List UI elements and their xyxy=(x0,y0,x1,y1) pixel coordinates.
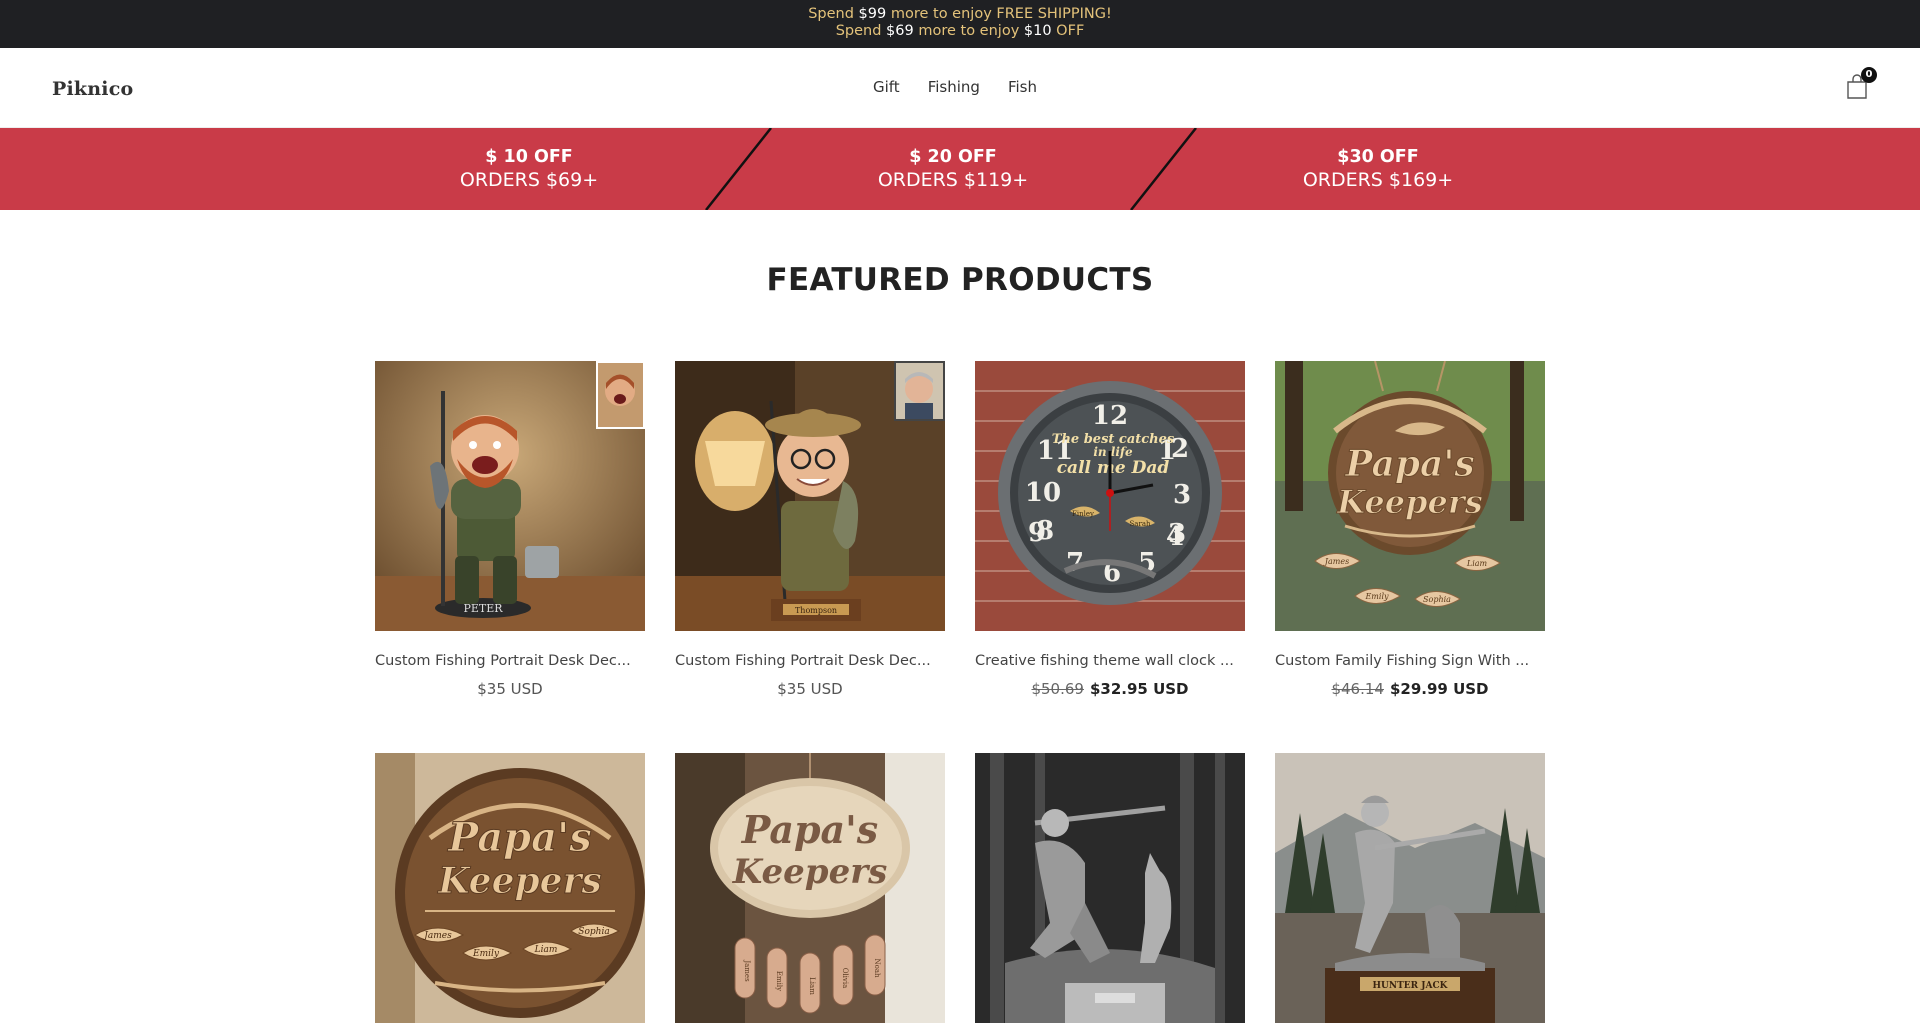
promo-threshold: ORDERS $169+ xyxy=(1302,169,1454,191)
nav-item-fish[interactable]: Fish xyxy=(1008,78,1037,96)
product-card[interactable]: 12 11 1 2 10 3 938 476 5 The best catches in… xyxy=(975,361,1245,698)
promo-discount: $30 OFF xyxy=(1337,147,1419,167)
svg-text:12: 12 xyxy=(1092,401,1128,431)
clock-name: Finley xyxy=(1072,510,1094,518)
sign-text: Papa's xyxy=(447,814,592,861)
announcement-bar: Spend $99 more to enjoy FREE SHIPPING! S… xyxy=(0,0,1920,48)
product-card[interactable]: PETER Custom Fishing Portrait Desk Dec..… xyxy=(375,361,645,698)
product-card[interactable] xyxy=(975,753,1245,1023)
product-title[interactable]: Custom Fishing Portrait Desk Dec... xyxy=(675,653,945,669)
product-price: $35 USD xyxy=(675,680,945,698)
promo-discount: $ 20 OFF xyxy=(909,147,997,167)
announcement-line-1: Spend $99 more to enjoy FREE SHIPPING! xyxy=(0,6,1920,23)
promo-threshold: ORDERS $119+ xyxy=(877,169,1029,191)
sign-name: Noah xyxy=(873,958,881,978)
clock-text: call me Dad xyxy=(1057,458,1170,478)
product-price-current: $35 USD xyxy=(477,680,543,698)
promo-discount: $ 10 OFF xyxy=(485,147,573,167)
product-image[interactable]: HUNTER JACK xyxy=(1275,753,1545,1023)
product-card[interactable]: HUNTER JACK xyxy=(1275,753,1545,1023)
announce-text: OFF xyxy=(1051,23,1085,39)
sign-name: Emily xyxy=(775,971,783,991)
sign-name: Sophia xyxy=(578,927,609,937)
product-price-sale: $29.99 USD xyxy=(1389,680,1489,698)
site-header: Piknico Gift Fishing Fish 0 xyxy=(0,48,1920,128)
clock-name: Sarah xyxy=(1130,520,1151,528)
product-image[interactable]: Papa's Keepers James Emily Liam Sophia xyxy=(375,753,645,1023)
product-price: $46.14 $29.99 USD xyxy=(1275,680,1545,698)
cart-button[interactable]: 0 xyxy=(1846,67,1877,100)
promo-threshold: ORDERS $69+ xyxy=(459,169,599,191)
svg-text:4: 4 xyxy=(1166,522,1184,552)
promo-tier-1[interactable]: $ 10 OFF ORDERS $69+ xyxy=(319,146,739,192)
sign-name: Liam xyxy=(534,945,558,955)
sign-text: Keepers xyxy=(732,852,888,892)
sign-name: James xyxy=(743,959,751,982)
announce-amount: $99 xyxy=(858,6,887,22)
product-image[interactable] xyxy=(975,753,1245,1023)
product-title[interactable]: Custom Fishing Portrait Desk Dec... xyxy=(375,653,645,669)
svg-text:8: 8 xyxy=(1036,516,1054,546)
product-card[interactable]: Papa's Keepers James Emily Liam Olivia N… xyxy=(675,753,945,1023)
product-price-current: $35 USD xyxy=(777,680,843,698)
main-nav: Gift Fishing Fish xyxy=(873,78,1065,96)
product-card[interactable]: Papa's Keepers James Liam Emily Sophia C… xyxy=(1275,361,1545,698)
promo-tier-2[interactable]: $ 20 OFF ORDERS $119+ xyxy=(743,146,1163,192)
announcement-line-2: Spend $69 more to enjoy $10 OFF xyxy=(0,23,1920,40)
sign-name: Liam xyxy=(808,977,816,995)
announce-discount: $10 xyxy=(1023,23,1052,39)
sign-name: Liam xyxy=(1466,559,1488,568)
announce-text: more to enjoy FREE SHIPPING! xyxy=(886,6,1112,22)
product-card[interactable]: Papa's Keepers James Emily Liam Sophia xyxy=(375,753,645,1023)
svg-text:3: 3 xyxy=(1173,480,1191,510)
product-price-original: $50.69 xyxy=(1031,680,1084,698)
product-price-sale: $32.95 USD xyxy=(1089,680,1189,698)
product-image[interactable]: Papa's Keepers James Emily Liam Olivia N… xyxy=(675,753,945,1023)
sign-name: Emily xyxy=(472,949,500,959)
product-title[interactable]: Custom Family Fishing Sign With ... xyxy=(1275,653,1545,669)
product-plaque-text: Thompson xyxy=(795,606,837,615)
product-price-original: $46.14 xyxy=(1331,680,1384,698)
clock-text: in life xyxy=(1093,445,1133,459)
product-image[interactable]: Papa's Keepers James Liam Emily Sophia xyxy=(1275,361,1545,631)
product-image[interactable]: PETER xyxy=(375,361,645,631)
sign-name: James xyxy=(1323,557,1349,566)
site-logo[interactable]: Piknico xyxy=(52,78,133,100)
announce-text: Spend xyxy=(835,23,887,39)
product-plaque-text: PETER xyxy=(463,602,503,615)
product-plaque-text: HUNTER JACK xyxy=(1373,981,1449,991)
product-price: $35 USD xyxy=(375,680,645,698)
product-title[interactable]: Creative fishing theme wall clock ... xyxy=(975,653,1245,669)
sign-name: Olivia xyxy=(841,968,849,989)
sign-name: Sophia xyxy=(1423,595,1451,604)
sign-text: Keepers xyxy=(437,860,602,902)
product-image[interactable]: Thompson xyxy=(675,361,945,631)
sign-text: Papa's xyxy=(1344,443,1474,485)
announce-amount: $69 xyxy=(886,23,914,39)
product-card[interactable]: Thompson Custom Fishing Portrait Desk De… xyxy=(675,361,945,698)
promo-tier-3[interactable]: $30 OFF ORDERS $169+ xyxy=(1168,146,1588,192)
cart-count-badge: 0 xyxy=(1861,67,1877,83)
sign-text: Keepers xyxy=(1336,483,1482,521)
sign-text: Papa's xyxy=(741,807,878,852)
announce-text: more to enjoy xyxy=(913,23,1024,39)
sign-name: Emily xyxy=(1364,592,1389,601)
svg-text:10: 10 xyxy=(1025,478,1061,508)
sign-name: James xyxy=(422,931,452,941)
product-image[interactable]: 12 11 1 2 10 3 938 476 5 The best catches in… xyxy=(975,361,1245,631)
nav-item-gift[interactable]: Gift xyxy=(873,78,900,96)
product-price: $50.69 $32.95 USD xyxy=(975,680,1245,698)
promo-banner: $ 10 OFF ORDERS $69+ $ 20 OFF ORDERS $11… xyxy=(0,128,1920,210)
announce-text: Spend xyxy=(808,6,859,22)
nav-item-fishing[interactable]: Fishing xyxy=(928,78,980,96)
section-title: FEATURED PRODUCTS xyxy=(766,262,1154,298)
